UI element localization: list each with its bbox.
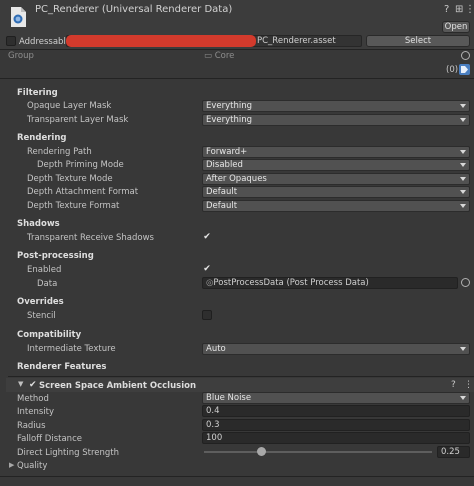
- chevron-down-icon: [460, 118, 466, 122]
- group-value-text: Core: [214, 51, 235, 61]
- radius-field[interactable]: 0.3: [202, 419, 470, 431]
- method-dropdown[interactable]: Blue Noise: [202, 392, 470, 404]
- post-processing-heading: Post-processing: [17, 251, 94, 261]
- object-picker-icon[interactable]: [461, 278, 470, 287]
- chevron-down-icon: [460, 347, 466, 351]
- select-button[interactable]: Select: [366, 35, 470, 47]
- direct-lighting-slider-track[interactable]: [204, 451, 432, 453]
- renderer-features-heading: Renderer Features: [17, 362, 107, 372]
- ssao-enabled-toggle[interactable]: ✔: [29, 380, 37, 390]
- chevron-down-icon: [460, 190, 466, 194]
- context-menu-icon[interactable]: ⋮: [464, 380, 473, 390]
- transparent-receive-shadows-checkbox[interactable]: ✔: [202, 232, 212, 242]
- ssao-title: Screen Space Ambient Occlusion: [39, 381, 197, 391]
- addressable-label: Addressable: [19, 37, 72, 47]
- intermediate-texture-dropdown[interactable]: Auto: [202, 343, 470, 355]
- transparent-receive-shadows-label: Transparent Receive Shadows: [27, 233, 154, 243]
- shadows-heading: Shadows: [17, 219, 60, 229]
- tag-icon[interactable]: [459, 64, 470, 75]
- depth-texture-mode-dropdown[interactable]: After Opaques: [202, 173, 470, 185]
- intermediate-texture-value: Auto: [206, 344, 226, 354]
- depth-texture-format-dropdown[interactable]: Default: [202, 200, 470, 212]
- post-process-data-value: PostProcessData (Post Process Data): [213, 278, 369, 288]
- depth-texture-mode-value: After Opaques: [206, 174, 267, 184]
- post-process-data-field[interactable]: ◎PostProcessData (Post Process Data): [202, 277, 458, 289]
- depth-texture-format-value: Default: [206, 201, 238, 211]
- compatibility-heading: Compatibility: [17, 330, 82, 340]
- redaction-bar: [66, 35, 256, 47]
- preset-icon[interactable]: ⊞: [455, 4, 463, 15]
- transparent-layer-mask-dropdown[interactable]: Everything: [202, 114, 470, 126]
- labels-count: (0): [446, 65, 459, 75]
- stencil-label: Stencil: [27, 311, 56, 321]
- help-icon[interactable]: ?: [451, 380, 456, 390]
- falloff-distance-label: Falloff Distance: [17, 434, 82, 444]
- depth-texture-mode-label: Depth Texture Mode: [27, 174, 113, 184]
- opaque-layer-mask-value: Everything: [206, 101, 253, 111]
- opaque-layer-mask-dropdown[interactable]: Everything: [202, 100, 470, 112]
- filtering-heading: Filtering: [17, 88, 58, 98]
- rendering-path-label: Rendering Path: [27, 147, 92, 157]
- depth-priming-dropdown[interactable]: Disabled: [202, 159, 470, 171]
- features-divider: [8, 376, 474, 377]
- rendering-heading: Rendering: [17, 133, 67, 143]
- post-processing-enabled-label: Enabled: [27, 265, 62, 275]
- rendering-path-value: Forward+: [206, 147, 248, 157]
- direct-lighting-strength-field[interactable]: 0.25: [437, 446, 470, 458]
- depth-attachment-format-dropdown[interactable]: Default: [202, 186, 470, 198]
- depth-attachment-format-label: Depth Attachment Format: [27, 187, 139, 197]
- transparent-layer-mask-label: Transparent Layer Mask: [27, 115, 129, 125]
- chevron-down-icon: [460, 104, 466, 108]
- post-process-data-label: Data: [37, 279, 58, 289]
- falloff-distance-field[interactable]: 100: [202, 432, 470, 444]
- rendering-path-dropdown[interactable]: Forward+: [202, 146, 470, 158]
- quality-foldout-label[interactable]: Quality: [17, 461, 47, 471]
- radius-label: Radius: [17, 421, 46, 431]
- method-value: Blue Noise: [206, 393, 252, 403]
- opaque-layer-mask-label: Opaque Layer Mask: [27, 101, 112, 111]
- stencil-checkbox[interactable]: [202, 310, 212, 320]
- asset-title: PC_Renderer (Universal Renderer Data): [35, 4, 233, 15]
- depth-texture-format-label: Depth Texture Format: [27, 201, 120, 211]
- group-value[interactable]: ▭ Core: [204, 51, 234, 61]
- scriptable-object-icon: [11, 7, 26, 27]
- ssao-expand-icon[interactable]: ▼: [18, 380, 23, 388]
- transparent-layer-mask-value: Everything: [206, 115, 253, 125]
- intensity-label: Intensity: [17, 407, 54, 417]
- depth-priming-value: Disabled: [206, 160, 243, 170]
- open-button[interactable]: Open: [442, 21, 470, 33]
- group-label: Group: [8, 51, 34, 61]
- chevron-down-icon: [460, 163, 466, 167]
- context-menu-icon[interactable]: ⋮: [465, 4, 474, 15]
- overrides-heading: Overrides: [17, 297, 64, 307]
- intermediate-texture-label: Intermediate Texture: [27, 344, 116, 354]
- group-picker-icon[interactable]: [461, 51, 470, 60]
- depth-attachment-format-value: Default: [206, 187, 238, 197]
- addressable-checkbox[interactable]: [6, 36, 16, 46]
- chevron-down-icon: [460, 204, 466, 208]
- help-icon[interactable]: ?: [444, 4, 449, 15]
- quality-expand-icon[interactable]: ▶: [9, 461, 14, 469]
- chevron-down-icon: [460, 150, 466, 154]
- folder-icon: ▭: [204, 51, 213, 61]
- depth-priming-label: Depth Priming Mode: [37, 160, 124, 170]
- address-suffix: PC_Renderer.asset: [257, 36, 336, 46]
- bottom-divider: [0, 476, 474, 477]
- direct-lighting-slider-thumb[interactable]: [256, 447, 266, 456]
- intensity-field[interactable]: 0.4: [202, 405, 470, 417]
- header-divider: [0, 78, 474, 79]
- chevron-down-icon: [460, 177, 466, 181]
- method-label: Method: [17, 394, 49, 404]
- direct-lighting-strength-label: Direct Lighting Strength: [17, 448, 119, 458]
- post-processing-enabled-checkbox[interactable]: ✔: [202, 264, 212, 274]
- chevron-down-icon: [460, 396, 466, 400]
